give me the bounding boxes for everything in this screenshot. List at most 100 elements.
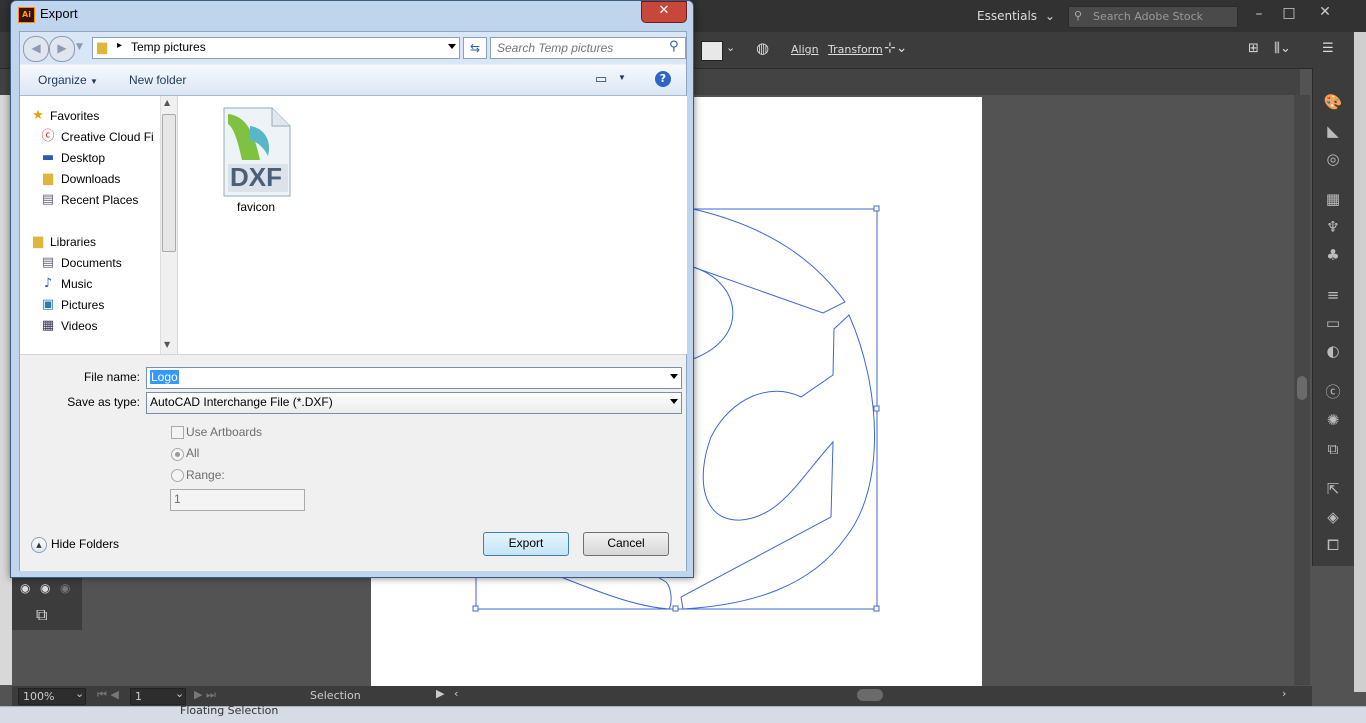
- file-item-favicon[interactable]: DXF favicon: [218, 104, 298, 224]
- transform-anchor-icon[interactable]: ⊹⌄: [884, 40, 907, 56]
- cc-libraries-icon[interactable]: ⓒ: [1322, 381, 1344, 403]
- pictures-icon: ▣: [41, 297, 55, 312]
- transparency-icon[interactable]: ◐: [1322, 340, 1344, 362]
- nav-libraries[interactable]: Libraries: [50, 235, 96, 249]
- chevron-down-icon[interactable]: [448, 44, 456, 49]
- layers-icon[interactable]: ◈: [1322, 506, 1344, 528]
- first-artboard-icon[interactable]: ⏮ ◀: [97, 688, 119, 702]
- refresh-button[interactable]: ⇆: [463, 37, 487, 59]
- export-button[interactable]: Export: [483, 532, 569, 556]
- organize-label: Organize: [38, 73, 87, 87]
- address-bar[interactable]: ▆ ▸ Temp pictures: [92, 37, 460, 59]
- hide-folders-label: Hide Folders: [51, 537, 120, 551]
- stroke-icon[interactable]: ≡: [1322, 284, 1344, 306]
- new-folder-button[interactable]: New folder: [129, 73, 186, 87]
- stroke-swatch[interactable]: [701, 41, 723, 61]
- file-name-field[interactable]: Logo: [146, 367, 682, 389]
- nav-favorites[interactable]: Favorites: [50, 109, 99, 123]
- handle-middle-right: [873, 405, 880, 412]
- align-link[interactable]: Align: [791, 43, 819, 56]
- chevron-down-icon: [670, 399, 678, 404]
- navigation-scroll-thumb[interactable]: [162, 114, 176, 252]
- cancel-button[interactable]: Cancel: [583, 532, 669, 556]
- command-bar: Organize ▼ New folder ▭ ▼ ?: [20, 65, 686, 96]
- nav-item-documents[interactable]: Documents: [61, 256, 122, 270]
- nav-item-pictures[interactable]: Pictures: [61, 298, 104, 312]
- scroll-up-icon[interactable]: ▲: [164, 98, 170, 107]
- asset-export-icon[interactable]: ⧉: [1322, 438, 1344, 460]
- zoom-field[interactable]: 100% ⌄: [18, 687, 86, 705]
- range-input[interactable]: 1: [170, 489, 305, 511]
- maximize-icon[interactable]: □: [1280, 5, 1298, 21]
- tools-panel-bottom: ◉ ◉ ◉ ⧉: [12, 575, 82, 630]
- symbols-icon[interactable]: ♣: [1322, 244, 1344, 266]
- scroll-thumb[interactable]: [1297, 376, 1307, 400]
- view-options-chevron-icon[interactable]: ▼: [618, 73, 626, 82]
- brushes-icon[interactable]: ♆: [1322, 216, 1344, 238]
- all-radio[interactable]: [171, 448, 184, 461]
- export-for-screens-icon[interactable]: ⇱: [1322, 478, 1344, 500]
- color-guide-icon[interactable]: 🎨: [1322, 91, 1344, 113]
- nav-item-music[interactable]: Music: [61, 277, 92, 291]
- distribute-icon[interactable]: ⫼⌄: [1274, 41, 1291, 56]
- nav-item-creative-cloud[interactable]: Creative Cloud Fi: [61, 130, 154, 144]
- workspace-label: Essentials: [977, 9, 1038, 23]
- recent-locations-icon[interactable]: ▼: [76, 42, 83, 52]
- range-value: 1: [174, 492, 181, 506]
- adobe-stock-search[interactable]: ⚲ Search Adobe Stock: [1068, 6, 1238, 28]
- recolor-icon[interactable]: ◍: [756, 39, 769, 57]
- grid-arrange-icon[interactable]: ⊞: [1248, 41, 1259, 56]
- nav-item-downloads[interactable]: Downloads: [61, 172, 120, 186]
- folder-search-box[interactable]: ⚲: [490, 37, 686, 59]
- next-artboard-icon[interactable]: ▶ ⏭: [194, 688, 216, 702]
- change-view-icon[interactable]: ▭: [595, 71, 607, 87]
- workspace-switcher[interactable]: Essentials ⌄: [977, 9, 1055, 23]
- artboard-number-field[interactable]: 1 ⌄: [130, 687, 186, 705]
- address-row: ◀ ▶ ▼ ▆ ▸ Temp pictures ⇆ ⚲: [20, 32, 686, 64]
- save-type-select[interactable]: AutoCAD Interchange File (*.DXF): [146, 392, 682, 414]
- screen-mode-icon[interactable]: ⧉: [36, 605, 47, 625]
- draw-normal-icon[interactable]: ◉: [20, 581, 30, 595]
- panel-menu-icon[interactable]: ☰: [1322, 41, 1334, 56]
- draw-inside-icon[interactable]: ◉: [60, 581, 70, 595]
- file-name-label: File name:: [83, 370, 140, 384]
- videos-icon: ▦: [41, 318, 55, 333]
- gradient-icon[interactable]: ◣: [1322, 120, 1344, 142]
- back-button[interactable]: ◀: [23, 36, 49, 62]
- nav-item-recent-places[interactable]: Recent Places: [61, 193, 138, 207]
- help-icon[interactable]: ?: [655, 71, 671, 87]
- draw-behind-icon[interactable]: ◉: [40, 581, 50, 595]
- gradient-panel-icon[interactable]: ▭: [1322, 312, 1344, 334]
- swatches-icon[interactable]: ▦: [1322, 188, 1344, 210]
- use-artboards-label: Use Artboards: [186, 425, 263, 439]
- graphic-styles-icon[interactable]: ✺: [1322, 409, 1344, 431]
- folder-search-input[interactable]: [495, 39, 663, 57]
- arrow-right-icon: ▶: [57, 41, 67, 55]
- horizontal-scroll-thumb[interactable]: [857, 689, 883, 701]
- range-radio[interactable]: [171, 469, 184, 482]
- chevron-down-icon[interactable]: [670, 374, 678, 379]
- transform-link[interactable]: Transform: [828, 43, 883, 56]
- use-artboards-checkbox[interactable]: [171, 426, 184, 439]
- scroll-left-icon[interactable]: ‹: [454, 687, 458, 700]
- chevron-down-icon[interactable]: ⌄: [726, 41, 735, 54]
- right-panel-dock: 🎨 ◣ ◎ ▦ ♆ ♣ ≡ ▭ ◐ ⓒ ✺ ⧉ ⇱ ◈ ⧠: [1312, 68, 1355, 566]
- search-icon: ⚲: [1074, 9, 1083, 22]
- appearance-icon[interactable]: ◎: [1322, 148, 1344, 170]
- forward-button[interactable]: ▶: [49, 36, 75, 62]
- nav-item-videos[interactable]: Videos: [61, 319, 97, 333]
- dialog-close-button[interactable]: ✕: [641, 1, 687, 23]
- nav-item-desktop[interactable]: Desktop: [61, 151, 105, 165]
- scroll-right-icon[interactable]: ›: [1282, 687, 1286, 700]
- close-icon: ✕: [658, 3, 670, 18]
- minimize-icon[interactable]: –: [1250, 6, 1268, 22]
- artboards-icon[interactable]: ⧠: [1322, 534, 1344, 556]
- desktop-icon: ▬: [41, 150, 55, 165]
- canvas-vertical-scrollbar[interactable]: [1294, 95, 1310, 685]
- search-icon[interactable]: ⚲: [669, 39, 679, 54]
- breadcrumb-arrow-icon: ▸: [117, 40, 123, 51]
- close-icon[interactable]: ✕: [1316, 4, 1334, 20]
- status-menu-arrow-icon[interactable]: ▶: [436, 687, 444, 700]
- scroll-down-icon[interactable]: ▼: [164, 340, 170, 349]
- organize-button[interactable]: Organize ▼: [38, 73, 98, 87]
